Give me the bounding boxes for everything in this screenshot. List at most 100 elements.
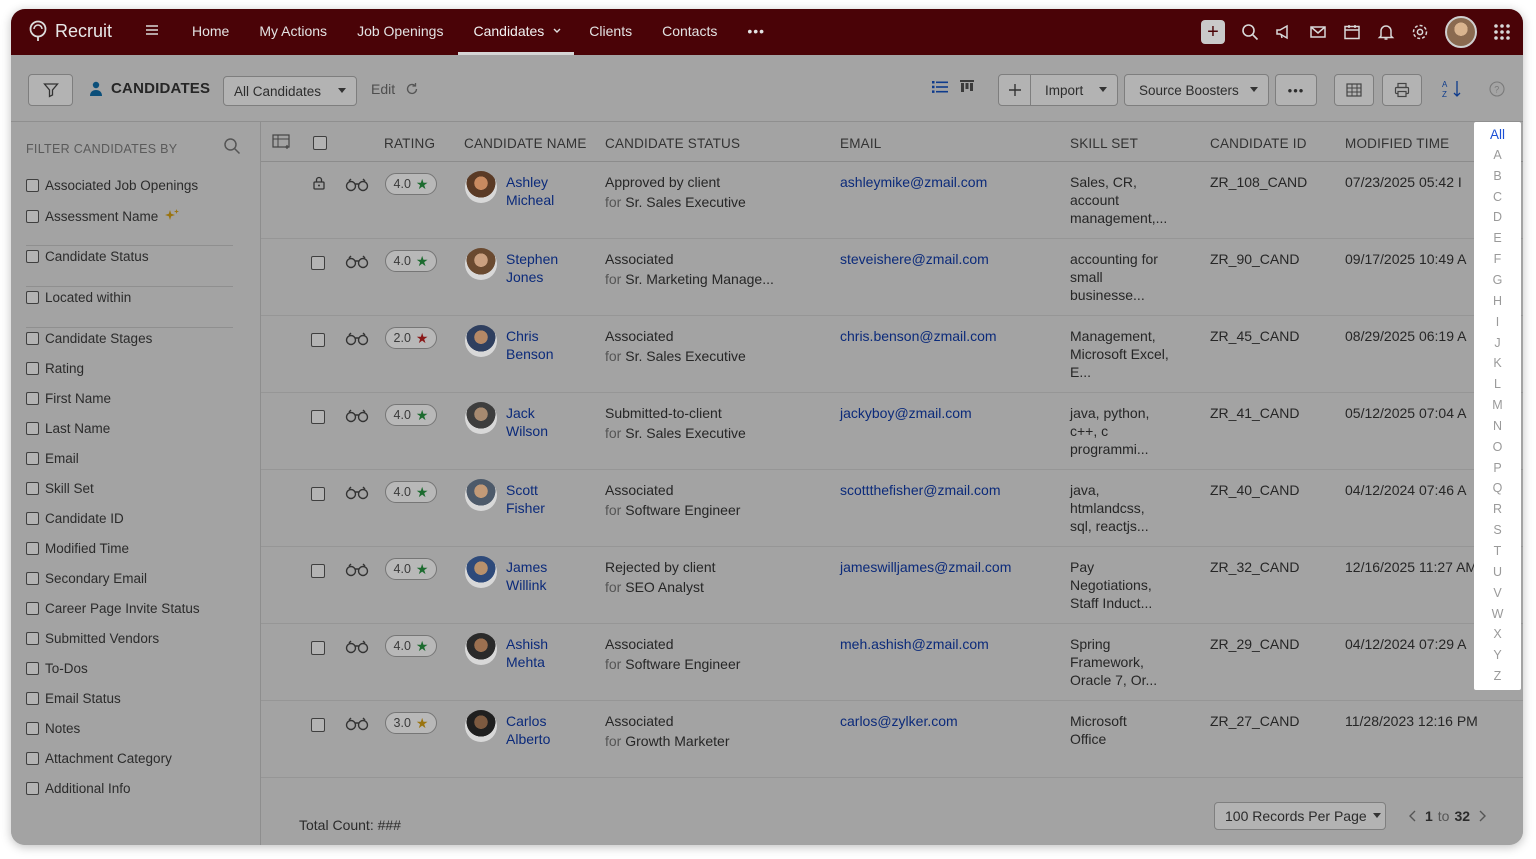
apps-grid-icon[interactable] xyxy=(1493,23,1511,41)
candidate-photo[interactable] xyxy=(465,325,497,357)
checkbox[interactable] xyxy=(26,452,39,465)
column-chooser-icon[interactable] xyxy=(272,134,292,150)
job-opening-name[interactable]: SEO Analyst xyxy=(625,579,704,595)
kanban-view-icon[interactable] xyxy=(960,80,974,94)
candidate-photo[interactable] xyxy=(465,171,497,203)
filter-skill-set[interactable]: Skill Set xyxy=(26,481,94,496)
megaphone-icon[interactable] xyxy=(1275,23,1293,41)
menu-icon[interactable] xyxy=(145,23,159,37)
row-checkbox[interactable] xyxy=(311,333,325,347)
alphabet-letter-x[interactable]: X xyxy=(1474,627,1521,641)
binoculars-icon[interactable] xyxy=(345,178,369,192)
candidate-name-link[interactable]: Jack Wilson xyxy=(506,404,548,440)
job-opening-name[interactable]: Software Engineer xyxy=(625,502,740,518)
alphabet-letter-u[interactable]: U xyxy=(1474,565,1521,579)
alphabet-all[interactable]: All xyxy=(1474,127,1521,142)
job-opening-name[interactable]: Sr. Sales Executive xyxy=(625,425,746,441)
candidate-email-link[interactable]: steveishere@zmail.com xyxy=(840,250,989,268)
row-checkbox[interactable] xyxy=(311,256,325,270)
alphabet-letter-r[interactable]: R xyxy=(1474,502,1521,516)
candidate-name-link[interactable]: Chris Benson xyxy=(506,327,553,363)
filter-assessment-name[interactable]: Assessment Name xyxy=(26,208,180,224)
caret-down-icon[interactable] xyxy=(1099,87,1107,93)
list-view-icon[interactable] xyxy=(932,80,948,94)
alphabet-letter-a[interactable]: A xyxy=(1474,148,1521,162)
filter-candidate-status[interactable]: Candidate Status xyxy=(26,249,149,264)
alphabet-letter-f[interactable]: F xyxy=(1474,252,1521,266)
alphabet-letter-o[interactable]: O xyxy=(1474,440,1521,454)
nav-home[interactable]: Home xyxy=(177,9,244,55)
checkbox[interactable] xyxy=(26,250,39,263)
binoculars-icon[interactable] xyxy=(345,332,369,346)
checkbox[interactable] xyxy=(26,422,39,435)
candidate-name-link[interactable]: Ashish Mehta xyxy=(506,635,548,671)
view-select[interactable]: All Candidates xyxy=(223,76,357,106)
table-row[interactable]: 4.0 ★ Scott Fisher Associated for Software En… xyxy=(261,470,1523,547)
checkbox[interactable] xyxy=(26,209,39,223)
candidate-photo[interactable] xyxy=(465,248,497,280)
job-opening-name[interactable]: Software Engineer xyxy=(625,656,740,672)
table-row[interactable]: 2.0 ★ Chris Benson Associated for Sr. Sales E… xyxy=(261,316,1523,393)
avatar[interactable] xyxy=(1445,16,1477,48)
alphabet-letter-t[interactable]: T xyxy=(1474,544,1521,558)
binoculars-icon[interactable] xyxy=(345,640,369,654)
alphabet-letter-w[interactable]: W xyxy=(1474,607,1521,621)
candidate-photo[interactable] xyxy=(465,479,497,511)
binoculars-icon[interactable] xyxy=(345,563,369,577)
alphabet-letter-i[interactable]: I xyxy=(1474,315,1521,329)
filter-located-within[interactable]: Located within xyxy=(26,290,131,305)
row-checkbox[interactable] xyxy=(311,641,325,655)
nav-job-openings[interactable]: Job Openings xyxy=(342,9,458,55)
candidate-email-link[interactable]: scottthefisher@zmail.com xyxy=(840,481,1000,499)
candidate-name-link[interactable]: Carlos Alberto xyxy=(506,712,550,748)
column-modified-time[interactable]: MODIFIED TIME xyxy=(1345,136,1449,151)
checkbox[interactable] xyxy=(26,482,39,495)
print-button[interactable] xyxy=(1382,74,1422,106)
checkbox[interactable] xyxy=(26,572,39,585)
filter-secondary-email[interactable]: Secondary Email xyxy=(26,571,147,586)
alphabet-letter-m[interactable]: M xyxy=(1474,398,1521,412)
candidate-email-link[interactable]: carlos@zylker.com xyxy=(840,712,958,730)
alphabet-letter-n[interactable]: N xyxy=(1474,419,1521,433)
job-opening-name[interactable]: Sr. Marketing Manage... xyxy=(625,271,774,287)
candidate-photo[interactable] xyxy=(465,710,497,742)
filter-first-name[interactable]: First Name xyxy=(26,391,111,406)
filter-modified-time[interactable]: Modified Time xyxy=(26,541,129,556)
column-candidate-status[interactable]: CANDIDATE STATUS xyxy=(605,136,740,151)
checkbox[interactable] xyxy=(26,542,39,555)
add-candidate-button[interactable] xyxy=(999,75,1031,105)
search-icon[interactable] xyxy=(223,137,241,155)
nav-my-actions[interactable]: My Actions xyxy=(244,9,342,55)
row-checkbox[interactable] xyxy=(311,718,325,732)
binoculars-icon[interactable] xyxy=(345,255,369,269)
bell-icon[interactable] xyxy=(1377,23,1395,41)
candidate-photo[interactable] xyxy=(465,633,497,665)
filter-to-dos[interactable]: To-Dos xyxy=(26,661,88,676)
nav-more[interactable]: ••• xyxy=(732,9,780,55)
candidate-email-link[interactable]: ashleymike@zmail.com xyxy=(840,173,987,191)
nav-contacts[interactable]: Contacts xyxy=(647,9,732,55)
row-checkbox[interactable] xyxy=(311,487,325,501)
next-page-icon[interactable] xyxy=(1478,810,1487,822)
checkbox[interactable] xyxy=(26,392,39,405)
filter-email[interactable]: Email xyxy=(26,451,79,466)
checkbox[interactable] xyxy=(26,632,39,645)
filter-candidate-id[interactable]: Candidate ID xyxy=(26,511,124,526)
filter-submitted-vendors[interactable]: Submitted Vendors xyxy=(26,631,159,646)
checkbox[interactable] xyxy=(26,512,39,525)
table-row-partial[interactable] xyxy=(261,778,1523,794)
records-per-page-select[interactable]: 100 Records Per Page xyxy=(1214,802,1386,830)
candidate-name-link[interactable]: Stephen Jones xyxy=(506,250,558,286)
checkbox[interactable] xyxy=(26,752,39,765)
alphabet-letter-j[interactable]: J xyxy=(1474,336,1521,350)
alphabet-letter-g[interactable]: G xyxy=(1474,273,1521,287)
app-logo[interactable]: Recruit xyxy=(27,20,112,42)
checkbox[interactable] xyxy=(26,692,39,705)
alphabet-letter-v[interactable]: V xyxy=(1474,586,1521,600)
job-opening-name[interactable]: Sr. Sales Executive xyxy=(625,348,746,364)
candidate-email-link[interactable]: chris.benson@zmail.com xyxy=(840,327,997,345)
nav-candidates[interactable]: Candidates xyxy=(458,9,575,55)
row-checkbox[interactable] xyxy=(311,410,325,424)
table-row[interactable]: 4.0 ★ Ashish Mehta Associated for Software En… xyxy=(261,624,1523,701)
column-skill-set[interactable]: SKILL SET xyxy=(1070,136,1138,151)
